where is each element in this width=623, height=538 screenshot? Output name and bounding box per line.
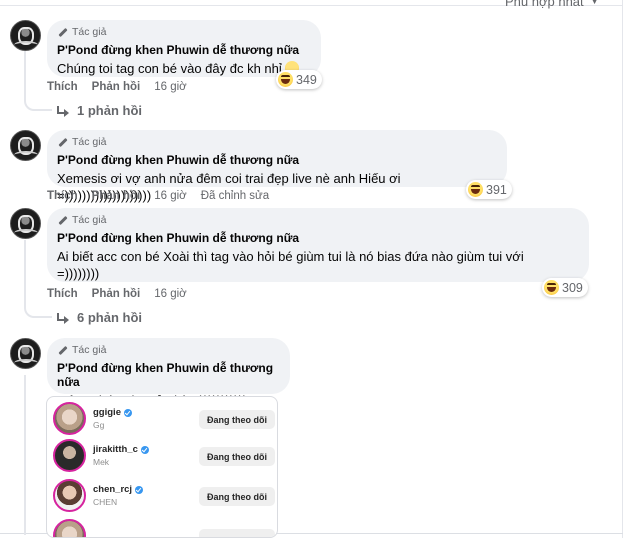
- username: chen_rcj: [93, 484, 144, 495]
- pen-icon: [57, 27, 68, 38]
- comment-bubble: Tác giả P'Pond đừng khen Phuwin dễ thươn…: [47, 20, 321, 77]
- thread-line: [24, 375, 26, 535]
- author-badge-label: Tác giả: [72, 344, 107, 356]
- reaction-summary[interactable]: 309: [542, 278, 588, 297]
- reply-button[interactable]: Phản hồi: [92, 190, 141, 202]
- username-text: jirakitth_c: [93, 444, 138, 455]
- profile-avatar: [53, 402, 86, 435]
- replies-count: 6 phản hồi: [77, 310, 142, 325]
- comment-text-line-2: =)))))))): [57, 266, 100, 281]
- verified-icon: [123, 408, 132, 417]
- reply-button[interactable]: Phản hồi: [92, 288, 141, 300]
- follow-list-row: ggigie Gg Đang theo dõi: [53, 402, 275, 438]
- username: ggigie: [93, 407, 132, 418]
- thread-elbow: [24, 304, 52, 318]
- commenter-name[interactable]: P'Pond đừng khen Phuwin dễ thương nữa: [57, 361, 278, 389]
- following-button-partial: [199, 529, 275, 537]
- reply-arrow-icon: [57, 106, 69, 117]
- verified-icon: [135, 485, 144, 494]
- view-replies-link[interactable]: 1 phản hồi: [57, 103, 142, 118]
- comment-bubble: Tác giả P'Pond đừng khen Phuwin dễ thươn…: [47, 208, 589, 282]
- sort-dropdown[interactable]: Phù hợp nhất ▼: [505, 0, 600, 9]
- attached-image[interactable]: ggigie Gg Đang theo dõi jirakitth_c Mek …: [46, 396, 278, 538]
- comment: Tác giả P'Pond đừng khen Phuwin dễ thươn…: [10, 20, 610, 90]
- comment-actions: Thích Phản hồi 16 giờ Đã chỉnh sửa: [47, 190, 269, 202]
- author-badge: Tác giả: [57, 26, 309, 38]
- author-badge: Tác giả: [57, 136, 495, 148]
- commenter-name[interactable]: P'Pond đừng khen Phuwin dễ thương nữa: [57, 43, 309, 57]
- username: jirakitth_c: [93, 444, 149, 455]
- reaction-summary[interactable]: 349: [276, 70, 322, 89]
- author-badge-label: Tác giả: [72, 136, 107, 148]
- comment-bubble: Tác giả P'Pond đừng khen Phuwin dễ thươn…: [47, 130, 507, 203]
- pen-icon: [57, 215, 68, 226]
- comment-bubble: Tác giả P'Pond đừng khen Phuwin dễ thươn…: [47, 338, 290, 408]
- following-button: Đang theo dõi: [199, 447, 275, 466]
- haha-reaction-icon: [544, 280, 559, 295]
- following-button: Đang theo dõi: [199, 410, 275, 429]
- reaction-summary[interactable]: 391: [466, 180, 512, 199]
- display-name: Gg: [93, 420, 105, 430]
- comment-text-content: Chúng toi tag con bé vào đây đc kh nhỉ: [57, 61, 282, 76]
- timestamp[interactable]: 16 giờ: [154, 190, 186, 202]
- commenter-name[interactable]: P'Pond đừng khen Phuwin dễ thương nữa: [57, 231, 577, 245]
- profile-avatar: [53, 439, 86, 472]
- pen-icon: [57, 137, 68, 148]
- author-badge-label: Tác giả: [72, 26, 107, 38]
- commenter-name[interactable]: P'Pond đừng khen Phuwin dễ thương nữa: [57, 153, 495, 167]
- profile-avatar: [53, 519, 86, 537]
- like-button[interactable]: Thích: [47, 190, 78, 202]
- timestamp[interactable]: 16 giờ: [154, 288, 186, 300]
- reaction-count: 391: [486, 182, 507, 197]
- haha-reaction-icon: [278, 72, 293, 87]
- comment: Tác giả P'Pond đừng khen Phuwin dễ thươn…: [10, 208, 610, 297]
- pen-icon: [57, 345, 68, 356]
- username-text: chen_rcj: [93, 484, 133, 495]
- author-badge: Tác giả: [57, 214, 577, 226]
- sort-label: Phù hợp nhất: [505, 0, 584, 9]
- author-badge-label: Tác giả: [72, 214, 107, 226]
- avatar[interactable]: [10, 20, 41, 51]
- profile-avatar: [53, 479, 86, 512]
- follow-list-row: chen_rcj CHEN Đang theo dõi: [53, 479, 275, 515]
- reaction-count: 309: [562, 280, 583, 295]
- avatar[interactable]: [10, 208, 41, 239]
- avatar[interactable]: [10, 130, 41, 161]
- like-button[interactable]: Thích: [47, 288, 78, 300]
- view-replies-link[interactable]: 6 phản hồi: [57, 310, 142, 325]
- like-button[interactable]: Thích: [47, 81, 78, 93]
- following-button: Đang theo dõi: [199, 487, 275, 506]
- replies-count: 1 phản hồi: [77, 103, 142, 118]
- follow-list-row-partial: [53, 519, 275, 537]
- username-text: ggigie: [93, 407, 121, 418]
- comment: Tác giả P'Pond đừng khen Phuwin dễ thươn…: [10, 338, 610, 408]
- haha-reaction-icon: [468, 182, 483, 197]
- display-name: CHEN: [93, 497, 118, 507]
- timestamp[interactable]: 16 giờ: [154, 81, 186, 93]
- reaction-count: 349: [296, 72, 317, 87]
- comment-actions: Thích Phản hồi 16 giờ: [47, 288, 201, 300]
- avatar[interactable]: [10, 338, 41, 369]
- display-name: Mek: [93, 457, 110, 467]
- comment-text-line-1: Ai biết acc con bé Xoài thì tag vào hỏi …: [57, 249, 524, 264]
- chevron-down-icon: ▼: [589, 0, 600, 7]
- reply-button[interactable]: Phản hồi: [92, 81, 141, 93]
- author-badge: Tác giả: [57, 344, 278, 356]
- reply-arrow-icon: [57, 313, 69, 324]
- verified-icon: [140, 445, 149, 454]
- comment-text: Chúng toi tag con bé vào đây đc kh nhỉ: [57, 60, 309, 77]
- comment-actions: Thích Phản hồi 16 giờ: [47, 81, 201, 93]
- follow-list-row: jirakitth_c Mek Đang theo dõi: [53, 439, 275, 475]
- thread-elbow: [24, 97, 52, 111]
- edited-label: Đã chỉnh sửa: [200, 190, 270, 202]
